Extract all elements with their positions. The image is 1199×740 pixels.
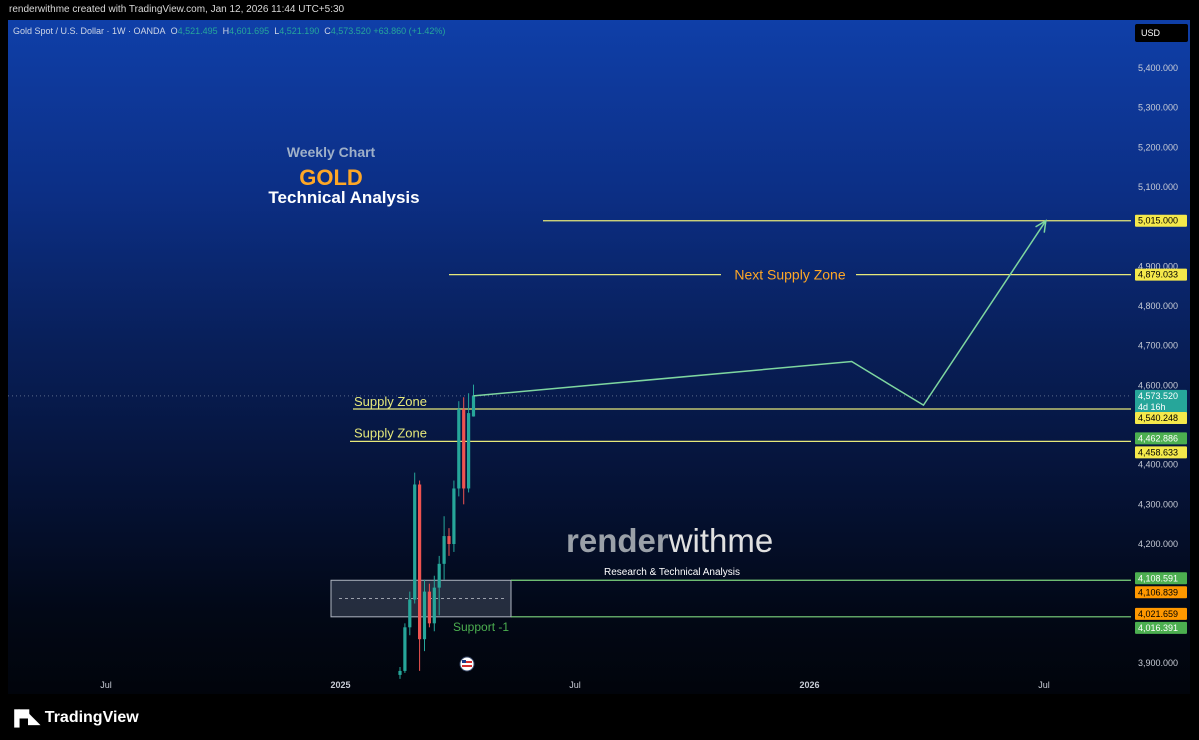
candle-body[interactable] (427, 591, 431, 624)
candle-body[interactable] (437, 563, 441, 588)
candle-body[interactable] (432, 587, 436, 624)
candle-body[interactable] (418, 484, 422, 640)
footer-bar: ▐▀◣ TradingView (0, 694, 1199, 740)
candle-body[interactable] (452, 488, 456, 544)
projection-arrowhead (1035, 219, 1047, 233)
y-tick-label: 5,100.000 (1138, 182, 1178, 192)
candle-body[interactable] (408, 599, 412, 628)
chart-title: Weekly Chart (287, 144, 376, 160)
supply-zone-1-price-tag: 4,540.248 (1138, 413, 1178, 423)
candle-body[interactable] (422, 591, 427, 640)
chart-canvas[interactable]: 5,400.0005,300.0005,200.0005,100.0004,90… (8, 20, 1190, 694)
candle-body[interactable] (403, 627, 407, 671)
us-flag-event-icon[interactable] (459, 656, 475, 672)
watermark-part-2: withme (668, 522, 774, 559)
price-tag-4108: 4,108.591 (1138, 573, 1178, 583)
target-price-tag: 5,015.000 (1138, 216, 1178, 226)
us-flag-stripe-2 (462, 665, 472, 667)
bar-countdown: 4d 16h (1138, 402, 1166, 412)
tradingview-brand[interactable]: ▐▀◣ TradingView (9, 709, 139, 727)
tradingview-brand-text: TradingView (44, 709, 139, 726)
candle-body[interactable] (447, 536, 451, 544)
watermark-part-1: render (566, 522, 669, 559)
chart-subtitle-analysis: Technical Analysis (268, 188, 419, 207)
x-tick-label: 2025 (330, 680, 350, 690)
y-tick-label: 5,400.000 (1138, 63, 1178, 73)
chart-subtitle-gold: GOLD (299, 165, 363, 190)
candle-body[interactable] (467, 413, 471, 489)
change-value: +63.860 (+1.42%) (373, 26, 446, 36)
price-tag-4021: 4,021.659 (1138, 609, 1178, 619)
supply-zone-label-1: Supply Zone (354, 394, 427, 409)
y-tick-label: 4,400.000 (1138, 460, 1178, 470)
high-value: 4,601.695 (229, 26, 270, 36)
price-tag-4462: 4,462.886 (1138, 433, 1178, 443)
symbol-ohlc-legend[interactable]: Gold Spot / U.S. Dollar · 1W · OANDA O4,… (13, 26, 445, 36)
y-tick-label: 5,200.000 (1138, 142, 1178, 152)
x-tick-label: 2026 (799, 680, 819, 690)
y-tick-label: 4,600.000 (1138, 380, 1178, 390)
support-1-label: Support -1 (453, 620, 509, 634)
candle-body[interactable] (413, 484, 417, 600)
x-tick-label: Jul (1038, 680, 1050, 690)
y-tick-label: 4,700.000 (1138, 341, 1178, 351)
us-flag-canton (462, 660, 466, 663)
next-supply-price-tag: 4,879.033 (1138, 270, 1178, 280)
low-value: 4,521.190 (279, 26, 320, 36)
open-label: O (170, 26, 178, 36)
tradingview-logo-icon: ▐▀◣ (9, 710, 40, 727)
watermark-tagline: Research & Technical Analysis (604, 567, 740, 578)
candle-body[interactable] (442, 536, 446, 564)
y-tick-label: 5,300.000 (1138, 103, 1178, 113)
candle-body[interactable] (471, 395, 476, 417)
price-tag-4106: 4,106.839 (1138, 587, 1178, 597)
support-1-price-tag: 4,016.391 (1138, 623, 1178, 633)
close-value: 4,573.520 (330, 26, 371, 36)
next-supply-zone-label: Next Supply Zone (734, 267, 845, 283)
candle-body[interactable] (457, 409, 461, 489)
open-value: 4,521.495 (177, 26, 218, 36)
currency-selector[interactable]: USD (1135, 24, 1188, 42)
y-tick-label: 4,800.000 (1138, 301, 1178, 311)
x-tick-label: Jul (569, 680, 581, 690)
supply-zone-label-2: Supply Zone (354, 425, 427, 440)
chart-attribution: renderwithme created with TradingView.co… (0, 0, 1199, 20)
y-tick-label: 3,900.000 (1138, 658, 1178, 668)
projection-path[interactable] (473, 220, 1047, 407)
candle-body[interactable] (398, 670, 402, 675)
supply-zone-2-price-tag: 4,458.633 (1138, 447, 1178, 457)
current-price-tag: 4,573.520 (1138, 391, 1178, 401)
y-tick-label: 4,200.000 (1138, 539, 1178, 549)
chart-area[interactable]: 5,400.000 5,300.000 5,200.000 5,100.000 4,90… (8, 20, 1190, 694)
candle-body[interactable] (462, 409, 466, 489)
watermark-brand: renderwithme (566, 522, 773, 559)
x-tick-label: Jul (100, 680, 112, 690)
y-tick-label: 4,300.000 (1138, 499, 1178, 509)
symbol-name[interactable]: Gold Spot / U.S. Dollar · 1W · OANDA (13, 26, 166, 36)
